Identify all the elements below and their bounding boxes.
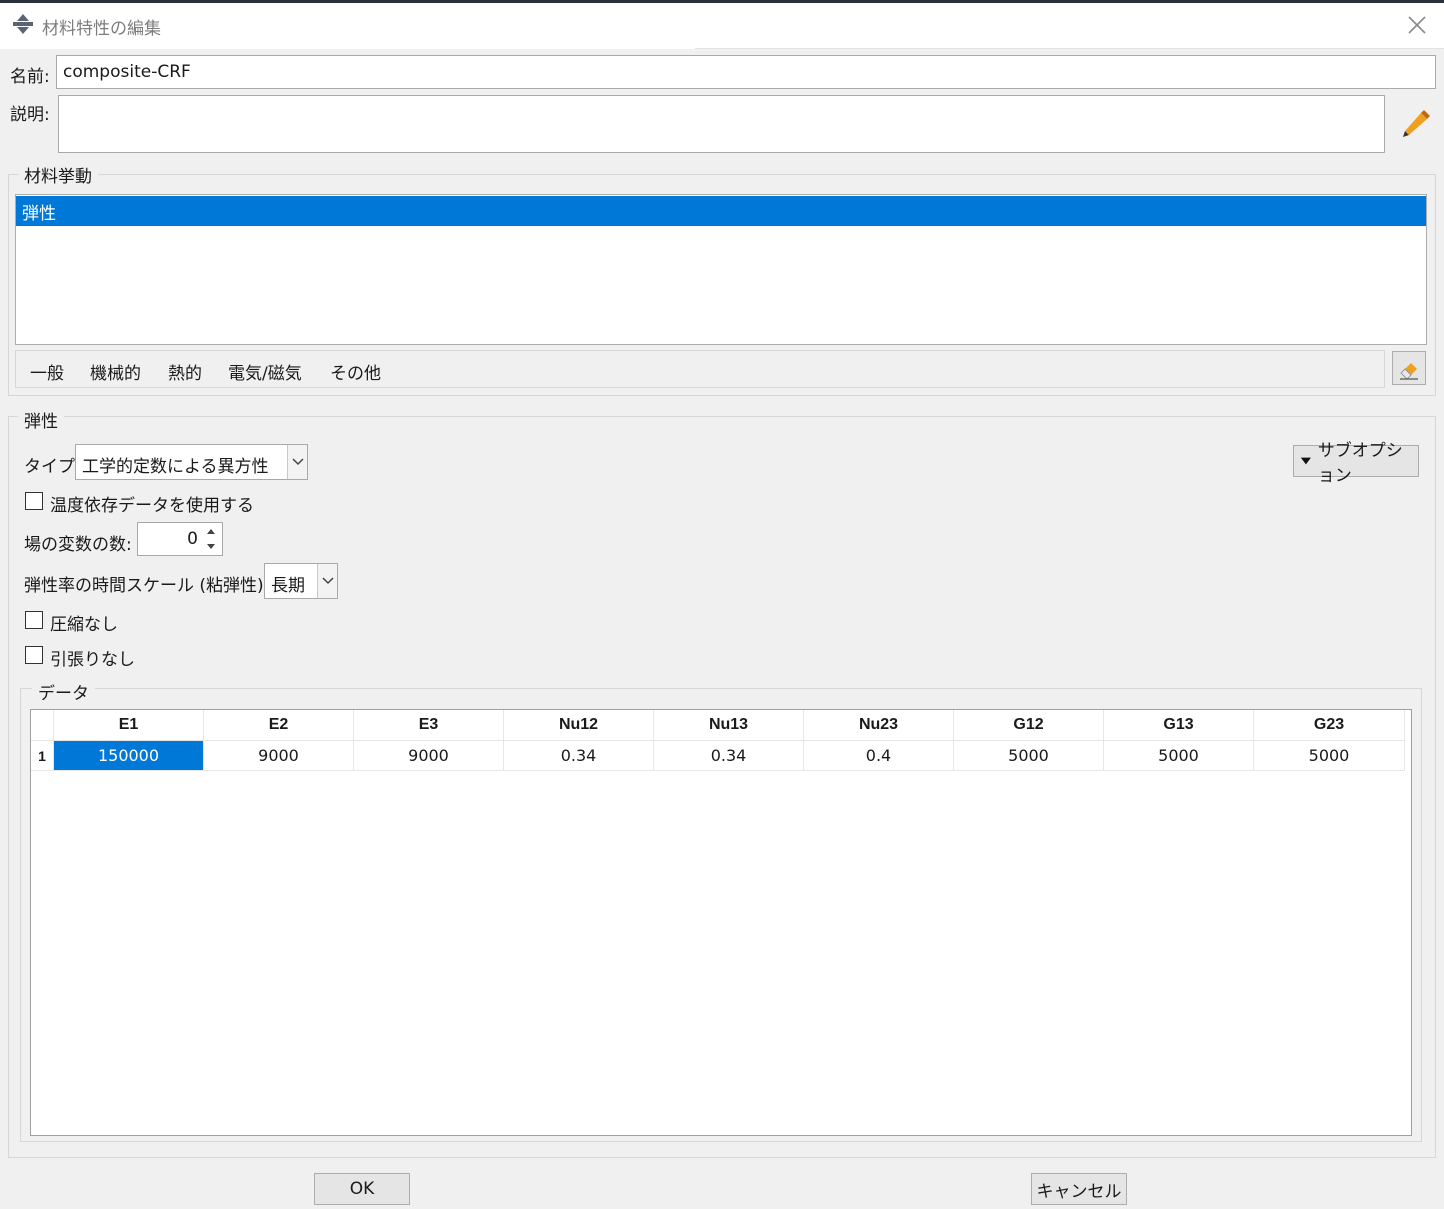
column-header[interactable]: E2 (204, 710, 354, 741)
window-title: 材料特性の編集 (42, 19, 161, 39)
field-vars-value: 0 (187, 529, 198, 549)
timescale-combo-value: 長期 (271, 576, 305, 596)
eraser-icon (1400, 363, 1418, 380)
table-cell[interactable]: 5000 (1104, 741, 1254, 771)
table-cell-selected[interactable]: 150000 (54, 741, 204, 771)
behavior-item-label: 弾性 (22, 203, 56, 224)
column-header[interactable]: G13 (1104, 710, 1254, 741)
description-input[interactable] (58, 95, 1385, 153)
name-value: composite-CRF (63, 62, 191, 82)
spin-down-button[interactable] (202, 539, 220, 553)
delete-behavior-button[interactable] (1392, 351, 1426, 385)
app-icon (12, 13, 34, 35)
ok-button[interactable]: OK (314, 1173, 410, 1205)
column-header[interactable]: G12 (954, 710, 1104, 741)
chevron-down-icon (207, 543, 215, 549)
data-group-title: データ (32, 679, 95, 704)
table-cell[interactable]: 0.34 (654, 741, 804, 771)
edit-description-button[interactable] (1396, 104, 1432, 140)
no-compression-label: 圧縮なし (50, 615, 118, 635)
column-header[interactable]: G23 (1254, 710, 1405, 741)
suboptions-button[interactable]: サブオプション (1293, 441, 1419, 486)
column-header[interactable]: E3 (354, 710, 504, 741)
field-vars-label: 場の変数の数: (24, 535, 132, 555)
pencil-icon (1403, 110, 1430, 137)
name-input[interactable]: composite-CRF (56, 55, 1436, 89)
table-cell[interactable]: 0.4 (804, 741, 954, 771)
menu-general[interactable]: 一般 (30, 359, 64, 384)
column-header[interactable]: Nu23 (804, 710, 954, 741)
cancel-button[interactable]: キャンセル (1031, 1173, 1127, 1205)
table-cell[interactable]: 5000 (1254, 741, 1405, 771)
title-divider (695, 48, 1444, 49)
no-compression-checkbox[interactable] (25, 611, 43, 629)
behavior-list-item-elastic[interactable]: 弾性 (16, 196, 1426, 226)
timescale-combo-arrow[interactable] (317, 564, 337, 598)
column-header[interactable]: Nu13 (654, 710, 804, 741)
behavior-list[interactable]: 弾性 (15, 194, 1427, 345)
type-label: タイプ: (24, 457, 81, 477)
name-label: 名前: (10, 67, 50, 87)
title-bar (0, 3, 1444, 49)
type-combo-value: 工学的定数による異方性 (82, 457, 269, 477)
spin-up-button[interactable] (202, 524, 220, 538)
table-cell[interactable]: 5000 (954, 741, 1104, 771)
no-tension-checkbox[interactable] (25, 646, 43, 664)
elastic-group-title: 弾性 (18, 407, 64, 432)
timescale-combo[interactable]: 長期 (264, 563, 338, 599)
behavior-menubar (15, 350, 1385, 388)
chevron-down-icon (321, 577, 334, 585)
chevron-down-icon (291, 458, 304, 466)
column-header[interactable]: Nu12 (504, 710, 654, 741)
timescale-label: 弾性率の時間スケール (粘弾性): (24, 576, 270, 596)
triangle-down-icon (1300, 457, 1311, 465)
table-cell[interactable]: 0.34 (504, 741, 654, 771)
data-table[interactable]: E1 E2 E3 Nu12 Nu13 Nu23 G12 G13 G23 1 15… (30, 709, 1412, 1136)
type-combo-arrow[interactable] (287, 445, 307, 479)
menu-electromagnetic[interactable]: 電気/磁気 (228, 359, 302, 384)
menu-thermal[interactable]: 熱的 (168, 359, 202, 384)
row-header[interactable]: 1 (31, 741, 54, 771)
table-cell[interactable]: 9000 (204, 741, 354, 771)
table-cell[interactable]: 9000 (354, 741, 504, 771)
close-button[interactable] (1400, 10, 1434, 40)
temp-dependent-label: 温度依存データを使用する (50, 496, 254, 516)
no-tension-label: 引張りなし (50, 650, 135, 670)
column-header[interactable]: E1 (54, 710, 204, 741)
behavior-group-title: 材料挙動 (18, 162, 98, 187)
description-label: 説明: (10, 105, 50, 125)
type-combo[interactable]: 工学的定数による異方性 (75, 444, 308, 480)
table-corner (31, 710, 54, 741)
chevron-up-icon (207, 528, 215, 534)
suboptions-label: サブオプション (1317, 441, 1403, 486)
temp-dependent-checkbox[interactable] (25, 492, 43, 510)
close-icon (1408, 16, 1426, 34)
menu-mechanical[interactable]: 機械的 (90, 359, 141, 384)
menu-other[interactable]: その他 (330, 359, 381, 384)
